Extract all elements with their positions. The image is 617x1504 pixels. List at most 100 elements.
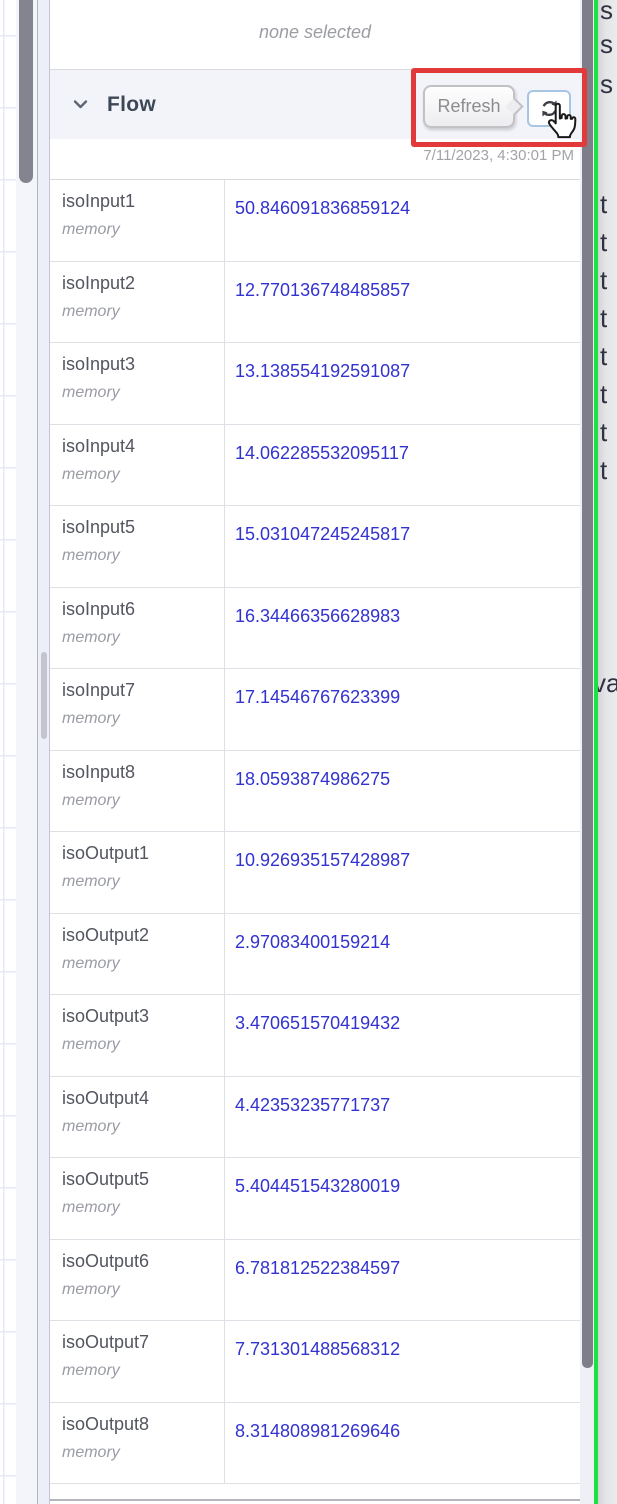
context-key: isoOutput2 <box>62 924 150 945</box>
context-row: isoInput3 memory 13.138554192591087 <box>50 343 580 425</box>
context-value-cell: 17.14546767623399 <box>225 669 580 750</box>
context-sidebar-panel: none selected Flow 7/11/2023, 4:30:01 PM… <box>50 0 580 1504</box>
context-row: isoInput4 memory 14.062285532095117 <box>50 424 580 506</box>
context-key-cell: isoOutput5 memory <box>50 1158 225 1239</box>
context-key: isoInput2 <box>62 272 136 293</box>
context-value: 7.731301488568312 <box>235 1339 401 1359</box>
context-value-cell: 6.781812522384597 <box>225 1240 580 1321</box>
context-key-cell: isoOutput4 memory <box>50 1076 225 1157</box>
context-key-cell: isoInput6 memory <box>50 587 225 668</box>
context-value: 3.470651570419432 <box>235 1013 401 1033</box>
refresh-timestamp: 7/11/2023, 4:30:01 PM <box>423 147 574 164</box>
context-key: isoOutput1 <box>62 843 150 863</box>
context-row: isoOutput6 memory 6.781812522384597 <box>50 1239 580 1321</box>
clipped-text-fragment: t <box>600 341 608 371</box>
context-row: isoInput7 memory 17.14546767623399 <box>50 669 580 751</box>
refresh-tooltip: Refresh <box>423 85 515 128</box>
context-value: 5.404451543280019 <box>235 1176 401 1196</box>
context-key: isoInput5 <box>62 517 136 537</box>
context-value-cell: 3.470651570419432 <box>225 995 580 1076</box>
context-scope: memory <box>62 547 120 564</box>
context-key-cell: isoOutput6 memory <box>50 1239 225 1320</box>
context-scope: memory <box>62 1362 120 1379</box>
neighbor-panel: s s s t t t t t t t t va <box>598 0 617 1504</box>
context-value-cell: 5.404451543280019 <box>225 1158 580 1239</box>
sidebar-splitter[interactable] <box>37 0 50 1504</box>
context-key-cell: isoOutput7 memory <box>50 1321 225 1402</box>
context-value: 18.0593874986275 <box>235 768 391 789</box>
context-key: isoInput1 <box>62 191 136 211</box>
context-key-cell: isoInput8 memory <box>50 750 225 831</box>
context-key-cell: isoInput5 memory <box>50 506 225 587</box>
next-section-divider <box>50 1499 580 1501</box>
context-key-cell: isoInput7 memory <box>50 669 225 750</box>
context-value: 15.031047245245817 <box>235 524 411 544</box>
context-key: isoOutput4 <box>62 1087 150 1108</box>
context-key: isoInput3 <box>62 354 136 374</box>
clipped-text-fragment: va <box>598 668 617 698</box>
context-row: isoOutput8 memory 8.314808981269646 <box>50 1402 580 1484</box>
context-row: isoOutput5 memory 5.404451543280019 <box>50 1158 580 1240</box>
context-row: isoOutput2 memory 2.97083400159214 <box>50 913 580 995</box>
refresh-button[interactable] <box>527 90 571 127</box>
context-value-cell: 2.97083400159214 <box>225 914 580 995</box>
clipped-text-fragment: s <box>600 29 613 59</box>
context-key-cell: isoOutput8 memory <box>50 1402 225 1483</box>
context-value: 10.926935157428987 <box>235 850 411 870</box>
flow-canvas-grid <box>0 0 16 1504</box>
clipped-text-fragment: s <box>600 69 613 99</box>
splitter-drag-handle[interactable] <box>41 652 47 739</box>
context-value: 2.97083400159214 <box>235 931 391 952</box>
context-value: 16.34466356628983 <box>235 605 401 626</box>
sidebar-scrollbar-track[interactable] <box>580 0 594 1504</box>
context-key-cell: isoInput4 memory <box>50 424 225 505</box>
context-key-cell: isoInput3 memory <box>50 343 225 424</box>
section-title: Flow <box>107 92 157 116</box>
context-row: isoOutput7 memory 7.731301488568312 <box>50 1321 580 1403</box>
context-scope: memory <box>62 1280 120 1298</box>
context-row: isoInput6 memory 16.34466356628983 <box>50 587 580 669</box>
context-value: 14.062285532095117 <box>235 442 409 463</box>
context-value-cell: 15.031047245245817 <box>225 506 580 587</box>
context-scope: memory <box>62 710 120 727</box>
context-key-cell: isoInput2 memory <box>50 261 225 342</box>
context-value: 8.314808981269646 <box>235 1420 401 1441</box>
sidebar-scrollbar-thumb[interactable] <box>582 0 593 1368</box>
context-scope: memory <box>62 221 120 238</box>
context-value-cell: 12.770136748485857 <box>225 262 580 343</box>
context-scope: memory <box>62 954 120 972</box>
clipped-text-fragment: s <box>600 0 613 25</box>
clipped-text-fragment: t <box>600 455 608 485</box>
context-value-cell: 8.314808981269646 <box>225 1403 580 1484</box>
context-value: 4.42353235771737 <box>235 1094 391 1115</box>
context-key-cell: isoOutput1 memory <box>50 832 225 913</box>
chevron-down-icon[interactable] <box>73 99 88 110</box>
context-key-cell: isoInput1 memory <box>50 180 225 261</box>
context-scope: memory <box>62 1199 120 1216</box>
context-scope: memory <box>62 1443 120 1461</box>
context-key: isoOutput6 <box>62 1250 150 1271</box>
context-value-cell: 16.34466356628983 <box>225 588 580 669</box>
context-value-cell: 14.062285532095117 <box>225 425 580 506</box>
context-value-cell: 10.926935157428987 <box>225 832 580 913</box>
context-value-cell: 18.0593874986275 <box>225 751 580 832</box>
context-row: isoInput1 memory 50.846091836859124 <box>50 180 580 262</box>
context-key-cell: isoOutput2 memory <box>50 913 225 994</box>
context-key: isoOutput3 <box>62 1006 150 1026</box>
context-key-cell: isoOutput3 memory <box>50 995 225 1076</box>
canvas-scrollbar-track[interactable] <box>16 0 37 1504</box>
context-value-cell: 7.731301488568312 <box>225 1321 580 1402</box>
context-value: 12.770136748485857 <box>235 279 411 300</box>
clipped-text-fragment: t <box>600 265 608 295</box>
context-key: isoInput8 <box>62 761 136 782</box>
selection-status: none selected <box>50 0 580 70</box>
context-value-cell: 13.138554192591087 <box>225 343 580 424</box>
context-key: isoOutput7 <box>62 1332 150 1352</box>
clipped-text-fragment: t <box>600 227 608 257</box>
canvas-scrollbar-thumb[interactable] <box>19 0 33 183</box>
context-scope: memory <box>62 1117 120 1135</box>
context-scope: memory <box>62 791 120 809</box>
context-scope: memory <box>62 302 120 320</box>
context-key: isoInput6 <box>62 598 136 619</box>
context-scope: memory <box>62 465 120 483</box>
